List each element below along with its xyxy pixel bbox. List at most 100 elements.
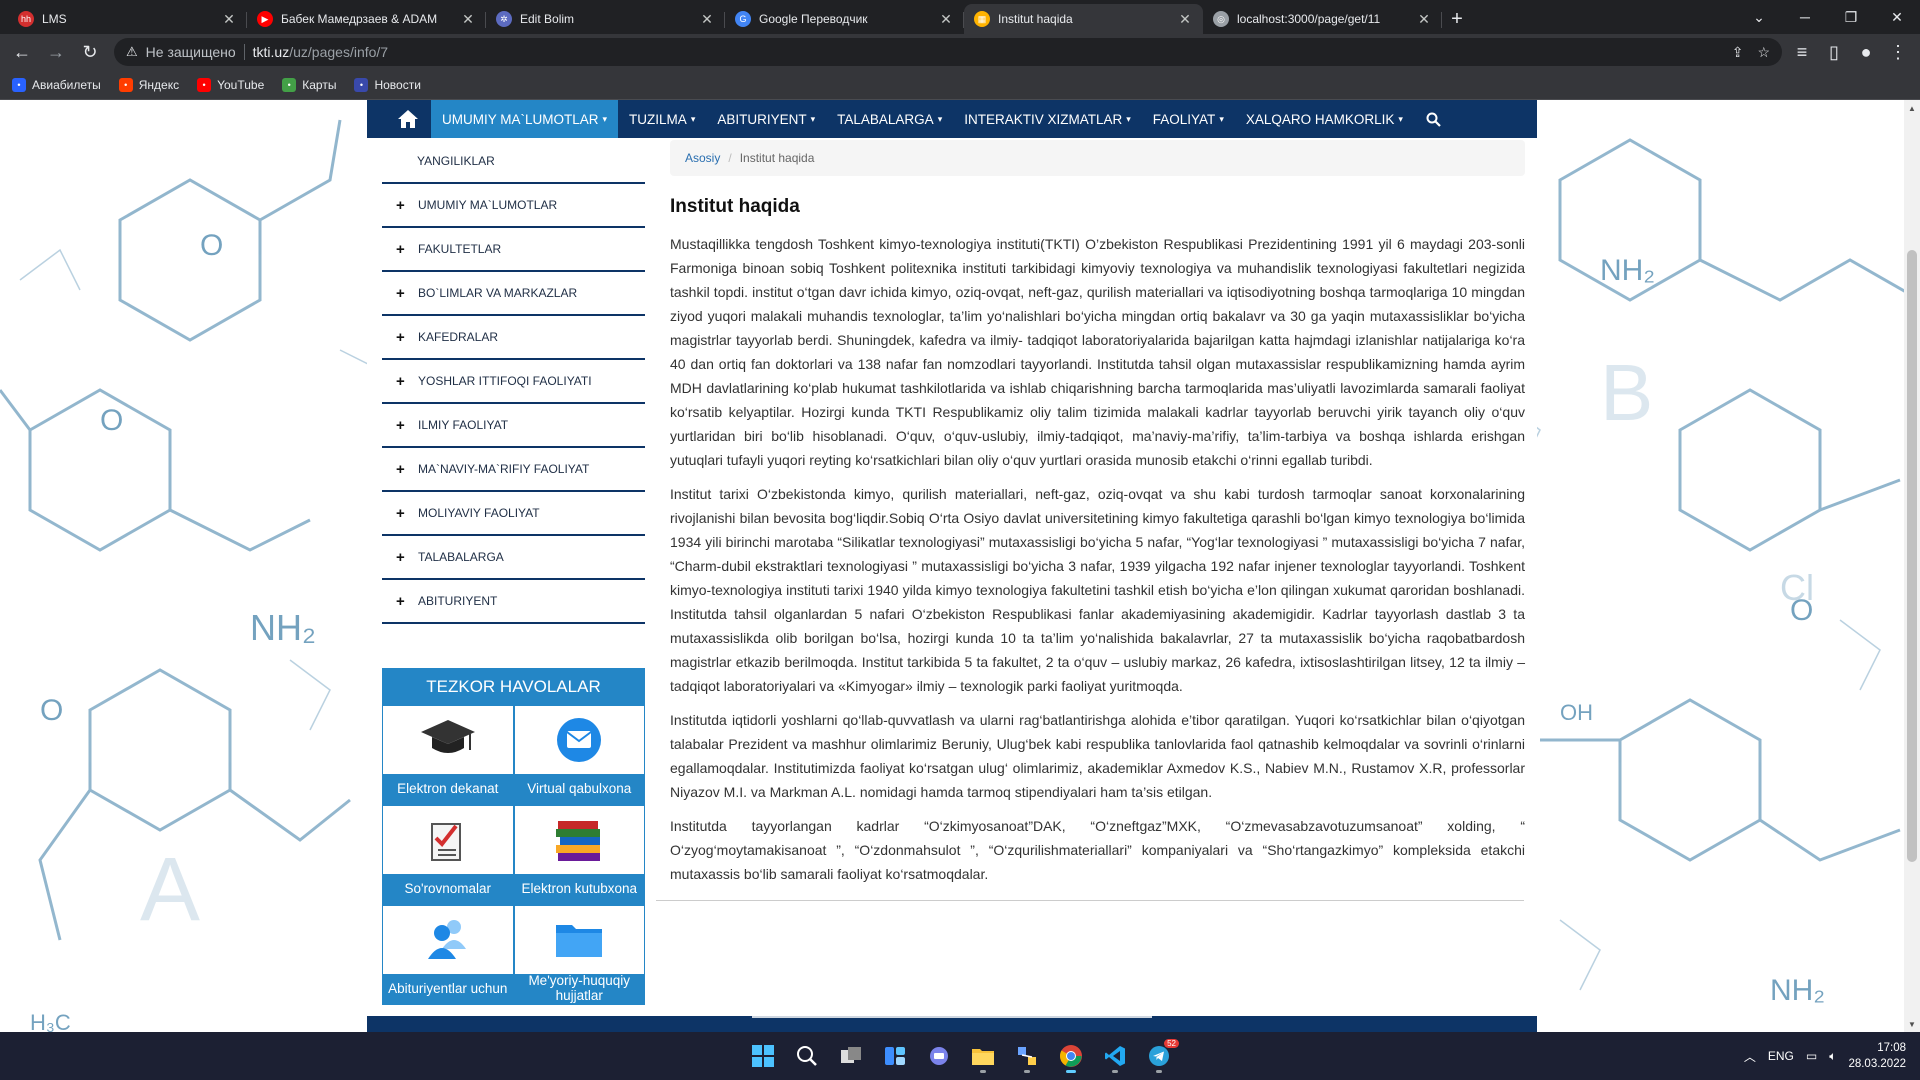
bookmark-item[interactable]: • YouTube (197, 77, 265, 92)
menu-icon[interactable]: ⋮ (1884, 38, 1912, 66)
nav-item[interactable]: TUZILMA ▾ (618, 100, 706, 138)
tab-close-icon[interactable]: ✕ (221, 11, 237, 28)
minimize-button[interactable]: ─ (1782, 0, 1828, 34)
article-paragraph: Institutda iqtidorli yoshlarni qo‘llab-q… (670, 712, 1525, 800)
svg-text:O: O (1790, 594, 1813, 627)
youtube-icon: • (197, 77, 212, 92)
sidebar-item[interactable]: + FAKULTETLAR (382, 228, 645, 272)
nav-item[interactable]: FAOLIYAT ▾ (1142, 100, 1235, 138)
tab-close-icon[interactable]: ✕ (1416, 11, 1432, 28)
tab-close-icon[interactable]: ✕ (1177, 11, 1193, 28)
sidebar-item-label: TALABALARGA (418, 550, 504, 564)
svg-text:NH₂: NH₂ (1770, 974, 1825, 1007)
bookmark-item[interactable]: • Карты (282, 77, 336, 92)
close-window-button[interactable]: ✕ (1874, 0, 1920, 34)
reload-button[interactable]: ↻ (76, 38, 104, 66)
quick-link-tile[interactable]: Elektron dekanat (383, 706, 513, 804)
url-path: /uz/pages/info/7 (289, 44, 389, 60)
sidebar-item[interactable]: + ABITURIYENT (382, 580, 645, 624)
bookmark-label: YouTube (217, 77, 265, 92)
divider (656, 900, 1524, 901)
tab-close-icon[interactable]: ✕ (460, 11, 476, 28)
sidebar-item[interactable]: + TALABALARGA (382, 536, 645, 580)
quick-links-panel: TEZKOR HAVOLALAR Elektron dekanat Virtual… (382, 668, 645, 1005)
browser-tab[interactable]: ▶ Бабек Мамедрзаев & ADAM ✕ (247, 4, 486, 34)
search-icon[interactable] (789, 1038, 825, 1074)
file-explorer-icon[interactable] (965, 1038, 1001, 1074)
browser-tab[interactable]: ◎ localhost:3000/page/get/11 ✕ (1203, 4, 1442, 34)
profile-icon[interactable]: ● (1852, 38, 1880, 66)
bookmark-item[interactable]: • Яндекс (118, 77, 179, 92)
network-app-icon[interactable] (1009, 1038, 1045, 1074)
chevron-down-icon: ▾ (1126, 113, 1131, 124)
chrome-icon[interactable] (1053, 1038, 1089, 1074)
nav-item[interactable]: TALABALARGA ▾ (826, 100, 953, 138)
teams-chat-icon[interactable] (921, 1038, 957, 1074)
svg-text:A: A (140, 840, 200, 940)
widgets-icon[interactable] (877, 1038, 913, 1074)
warning-icon[interactable]: ⚠ (126, 44, 138, 60)
page-scrollbar[interactable]: ▲ ▼ (1904, 100, 1920, 1032)
sidebar-item[interactable]: + BO`LIMLAR VA MARKAZLAR (382, 272, 645, 316)
browser-tab[interactable]: ✲ Edit Bolim ✕ (486, 4, 725, 34)
quick-link-tile[interactable]: Elektron kutubxona (514, 806, 644, 904)
nav-item[interactable]: XALQARO HAMKORLIK ▾ (1235, 100, 1414, 138)
plus-icon: + (396, 416, 405, 434)
address-bar[interactable]: ⚠ Не защищено tkti.uz/uz/pages/info/7 ⇪ … (114, 38, 1782, 66)
sidebar-item[interactable]: + ILMIY FAOLIYAT (382, 404, 645, 448)
nav-item[interactable]: UMUMIY MA`LUMOTLAR ▾ (431, 100, 619, 138)
start-icon[interactable] (745, 1038, 781, 1074)
scroll-down-arrow[interactable]: ▼ (1904, 1016, 1920, 1032)
page-viewport: O O NH₂ O H₃C H₂N Cl NH₂ OH O NH₂ B A UM… (0, 100, 1920, 1032)
scroll-up-arrow[interactable]: ▲ (1904, 100, 1920, 116)
side-panel-icon[interactable]: ▯ (1820, 38, 1848, 66)
chevron-down-icon: ▾ (1219, 113, 1224, 124)
tab-search-icon[interactable]: ⌄ (1736, 0, 1782, 34)
bookmark-item[interactable]: • Авиабилеты (12, 77, 101, 92)
scrollbar-thumb[interactable] (1907, 250, 1917, 862)
network-icon[interactable]: ▭ (1806, 1049, 1817, 1063)
nav-item-label: XALQARO HAMKORLIK (1245, 111, 1395, 127)
language-indicator[interactable]: ENG (1768, 1049, 1794, 1063)
browser-tab[interactable]: G Google Переводчик ✕ (725, 4, 964, 34)
tab-close-icon[interactable]: ✕ (938, 11, 954, 28)
breadcrumb-home-link[interactable]: Asosiy (685, 151, 720, 165)
checklist-icon (383, 806, 513, 874)
sidebar-item[interactable]: + KAFEDRALAR (382, 316, 645, 360)
quick-link-tile[interactable]: Virtual qabulxona (514, 706, 644, 804)
telegram-icon[interactable]: 52 (1141, 1038, 1179, 1074)
sidebar-item[interactable]: + MOLIYAVIY FAOLIYAT (382, 492, 645, 536)
search-icon[interactable] (1414, 100, 1454, 138)
restore-button[interactable]: ❐ (1828, 0, 1874, 34)
quick-link-tile[interactable]: So'rovnomalar (383, 806, 513, 904)
tab-title: Institut haqida (998, 12, 1073, 26)
svg-text:B: B (1600, 348, 1653, 437)
tab-title: Edit Bolim (520, 12, 575, 26)
quick-link-tile[interactable]: Me'yoriy-huquqiy hujjatlar (514, 906, 644, 1004)
bookmark-item[interactable]: • Новости (354, 77, 421, 92)
sidebar-item[interactable]: + UMUMIY MA`LUMOTLAR (382, 184, 645, 228)
browser-tab[interactable]: hh LMS ✕ (8, 4, 247, 34)
vscode-icon[interactable] (1097, 1038, 1133, 1074)
back-button[interactable]: ← (8, 38, 36, 66)
chevron-up-icon[interactable]: ︿ (1744, 1048, 1756, 1065)
share-icon[interactable]: ⇪ (1732, 44, 1744, 61)
reading-list-icon[interactable]: ≡ (1788, 38, 1816, 66)
home-icon[interactable] (385, 100, 431, 138)
clock[interactable]: 17:08 28.03.2022 (1848, 1040, 1906, 1072)
task-view-icon[interactable] (833, 1038, 869, 1074)
quick-link-label: So'rovnomalar (383, 874, 513, 904)
sidebar-item[interactable]: + MA`NAVIY-MA`RIFIY FAOLIYAT (382, 448, 645, 492)
bookmark-star-icon[interactable]: ☆ (1757, 44, 1770, 61)
tab-close-icon[interactable]: ✕ (699, 11, 715, 28)
nav-item[interactable]: INTERAKTIV XIZMATLAR ▾ (953, 100, 1142, 138)
quick-link-tile[interactable]: Abituriyentlar uchun (383, 906, 513, 1004)
sidebar-item[interactable]: + YOSHLAR ITTIFOQI FAOLIYATI (382, 360, 645, 404)
browser-tab[interactable]: ▦ Institut haqida ✕ (964, 4, 1203, 34)
volume-icon[interactable]: 🔈︎ (1829, 1049, 1836, 1064)
new-tab-button[interactable]: + (1442, 4, 1472, 34)
nav-item[interactable]: ABITURIYENT ▾ (706, 100, 826, 138)
sidebar-item[interactable]: YANGILIKLAR (382, 140, 645, 184)
forward-button[interactable]: → (42, 38, 70, 66)
svg-text:OH: OH (1560, 700, 1593, 725)
